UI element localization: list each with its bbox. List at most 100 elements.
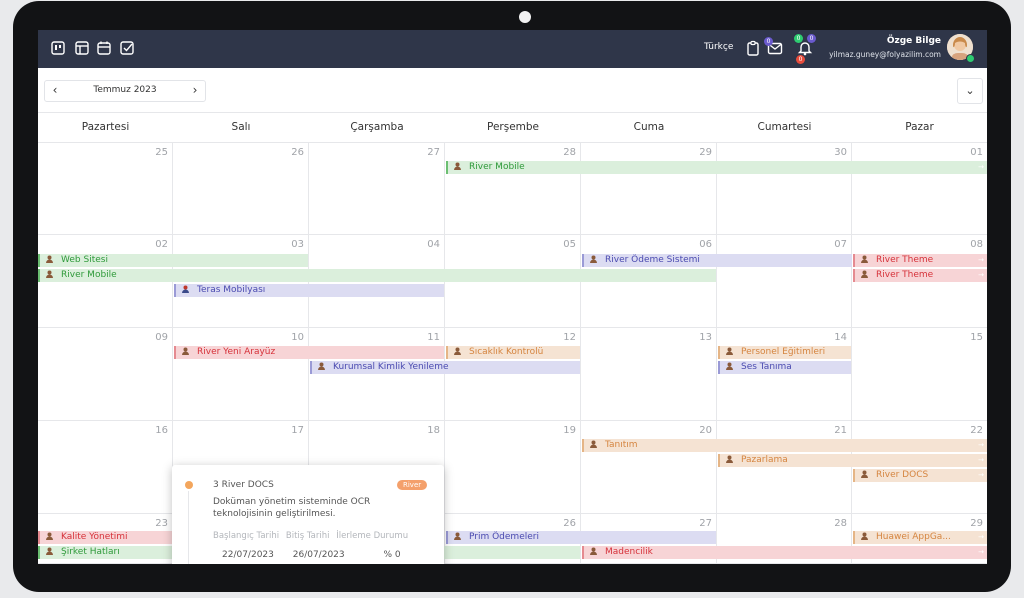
person-icon bbox=[454, 532, 461, 540]
day-cell[interactable]: 07 bbox=[717, 235, 852, 328]
end-date-label: Bitiş Tarihi bbox=[285, 531, 330, 541]
arrow-right-icon: → bbox=[978, 256, 984, 264]
prev-month-button[interactable]: ‹ bbox=[45, 81, 65, 101]
top-bar: Türkçe 0 0 0 0 Özge Bilge yilmaz.guney@f… bbox=[38, 30, 987, 68]
next-month-button[interactable]: › bbox=[185, 81, 205, 101]
person-icon bbox=[454, 347, 461, 355]
task-check-icon[interactable] bbox=[120, 41, 134, 55]
event-bar[interactable]: Kurumsal Kimlik Yenileme bbox=[310, 361, 580, 374]
layout-icon[interactable] bbox=[75, 41, 89, 55]
day-number: 15 bbox=[970, 332, 983, 343]
day-cell[interactable]: 25 bbox=[38, 143, 173, 235]
user-name[interactable]: Özge Bilge bbox=[887, 36, 941, 46]
arrow-right-icon: → bbox=[978, 548, 984, 556]
day-number: 04 bbox=[427, 239, 440, 250]
arrow-right-icon: → bbox=[978, 533, 984, 541]
event-bar[interactable]: River Mobile → bbox=[446, 161, 987, 174]
calendar-icon[interactable] bbox=[97, 41, 111, 55]
notification-badge-red: 0 bbox=[796, 55, 805, 64]
day-cell[interactable]: 09 bbox=[38, 328, 173, 421]
board-icon[interactable] bbox=[51, 41, 65, 55]
event-bar[interactable]: Web Sitesi bbox=[38, 254, 308, 267]
person-icon bbox=[182, 285, 189, 293]
event-bar[interactable]: Kalite Yönetimi bbox=[38, 531, 172, 544]
language-selector[interactable]: Türkçe bbox=[704, 42, 733, 52]
day-number: 09 bbox=[155, 332, 168, 343]
weekday-header: Çarşamba bbox=[350, 121, 404, 133]
day-number: 10 bbox=[291, 332, 304, 343]
event-bar[interactable]: Ses Tanıma bbox=[718, 361, 851, 374]
person-icon bbox=[318, 362, 325, 370]
day-number: 17 bbox=[291, 425, 304, 436]
event-bar[interactable]: Prim Ödemeleri bbox=[446, 531, 716, 544]
day-cell[interactable]: 28 bbox=[445, 143, 581, 235]
day-number: 01 bbox=[970, 147, 983, 158]
day-cell[interactable]: 29 bbox=[581, 143, 717, 235]
popover-title: 3 River DOCS bbox=[213, 480, 274, 490]
day-number: 12 bbox=[563, 332, 576, 343]
day-number: 08 bbox=[970, 239, 983, 250]
collapse-toggle-button[interactable]: ⌄ bbox=[957, 78, 983, 104]
event-detail-popover: 3 River DOCS River Doküman yönetim siste… bbox=[172, 465, 444, 564]
event-bar[interactable]: River Theme → bbox=[853, 269, 987, 282]
day-number: 23 bbox=[155, 518, 168, 529]
day-cell[interactable]: 20 bbox=[581, 421, 717, 514]
day-cell[interactable]: 01 bbox=[852, 143, 987, 235]
weekday-header: Salı bbox=[231, 121, 251, 133]
event-bar[interactable]: Madencilik → bbox=[582, 546, 987, 559]
day-cell[interactable]: 16 bbox=[38, 421, 173, 514]
clipboard-icon[interactable] bbox=[745, 40, 761, 56]
person-icon bbox=[861, 255, 868, 263]
progress-label: İlerleme Durumu bbox=[336, 531, 409, 541]
event-bar[interactable]: River Theme → bbox=[853, 254, 987, 267]
event-bar[interactable]: Pazarlama → bbox=[718, 454, 987, 467]
day-cell[interactable]: 21 bbox=[717, 421, 852, 514]
event-bar[interactable]: River Yeni Arayüz bbox=[174, 346, 444, 359]
arrow-right-icon: → bbox=[978, 271, 984, 279]
day-number: 27 bbox=[427, 147, 440, 158]
weekday-header: Cumartesi bbox=[757, 121, 812, 133]
day-cell[interactable]: 27 bbox=[309, 143, 445, 235]
day-cell[interactable]: 11 bbox=[309, 328, 445, 421]
day-number: 03 bbox=[291, 239, 304, 250]
day-number: 28 bbox=[834, 518, 847, 529]
day-number: 29 bbox=[699, 147, 712, 158]
day-cell[interactable]: 30 bbox=[717, 143, 852, 235]
day-number: 07 bbox=[834, 239, 847, 250]
event-bar[interactable]: River DOCS → bbox=[853, 469, 987, 482]
day-cell[interactable]: 14 bbox=[717, 328, 852, 421]
day-number: 28 bbox=[563, 147, 576, 158]
chevron-down-icon: ⌄ bbox=[965, 84, 975, 97]
popover-column-headers: Başlangıç Tarihi Bitiş Tarihi İlerleme D… bbox=[213, 531, 412, 541]
day-number: 25 bbox=[155, 147, 168, 158]
event-bar[interactable]: River Mobile bbox=[38, 269, 716, 282]
day-number: 26 bbox=[563, 518, 576, 529]
arrow-right-icon: → bbox=[978, 456, 984, 464]
person-icon bbox=[590, 255, 597, 263]
event-bar[interactable]: Sıcaklık Kontrolü bbox=[446, 346, 580, 359]
day-cell[interactable]: 12 bbox=[445, 328, 581, 421]
event-bar[interactable]: Personel Eğitimleri bbox=[718, 346, 851, 359]
day-number: 02 bbox=[155, 239, 168, 250]
person-icon bbox=[182, 347, 189, 355]
event-bar[interactable]: River Ödeme Sistemi bbox=[582, 254, 852, 267]
arrow-right-icon: → bbox=[978, 163, 984, 171]
day-cell[interactable]: 13 bbox=[581, 328, 717, 421]
person-icon bbox=[726, 362, 733, 370]
day-cell[interactable]: 15 bbox=[852, 328, 987, 421]
app-screen: Türkçe 0 0 0 0 Özge Bilge yilmaz.guney@f… bbox=[38, 30, 987, 564]
arrow-right-icon: → bbox=[978, 441, 984, 449]
person-icon bbox=[46, 532, 53, 540]
event-bar[interactable]: Teras Mobilyası bbox=[174, 284, 444, 297]
weekday-header: Pazartesi bbox=[81, 121, 130, 133]
day-cell[interactable]: 22 bbox=[852, 421, 987, 514]
day-cell[interactable]: 19 bbox=[445, 421, 581, 514]
person-icon bbox=[46, 255, 53, 263]
day-cell[interactable]: 10 bbox=[173, 328, 309, 421]
event-bar[interactable]: Huawei AppGa... → bbox=[853, 531, 987, 544]
project-tag: River bbox=[397, 480, 428, 490]
weekday-header: Cuma bbox=[633, 121, 665, 133]
event-bar[interactable]: Tanıtım → bbox=[582, 439, 987, 452]
online-status-dot bbox=[966, 54, 975, 63]
day-cell[interactable]: 26 bbox=[173, 143, 309, 235]
